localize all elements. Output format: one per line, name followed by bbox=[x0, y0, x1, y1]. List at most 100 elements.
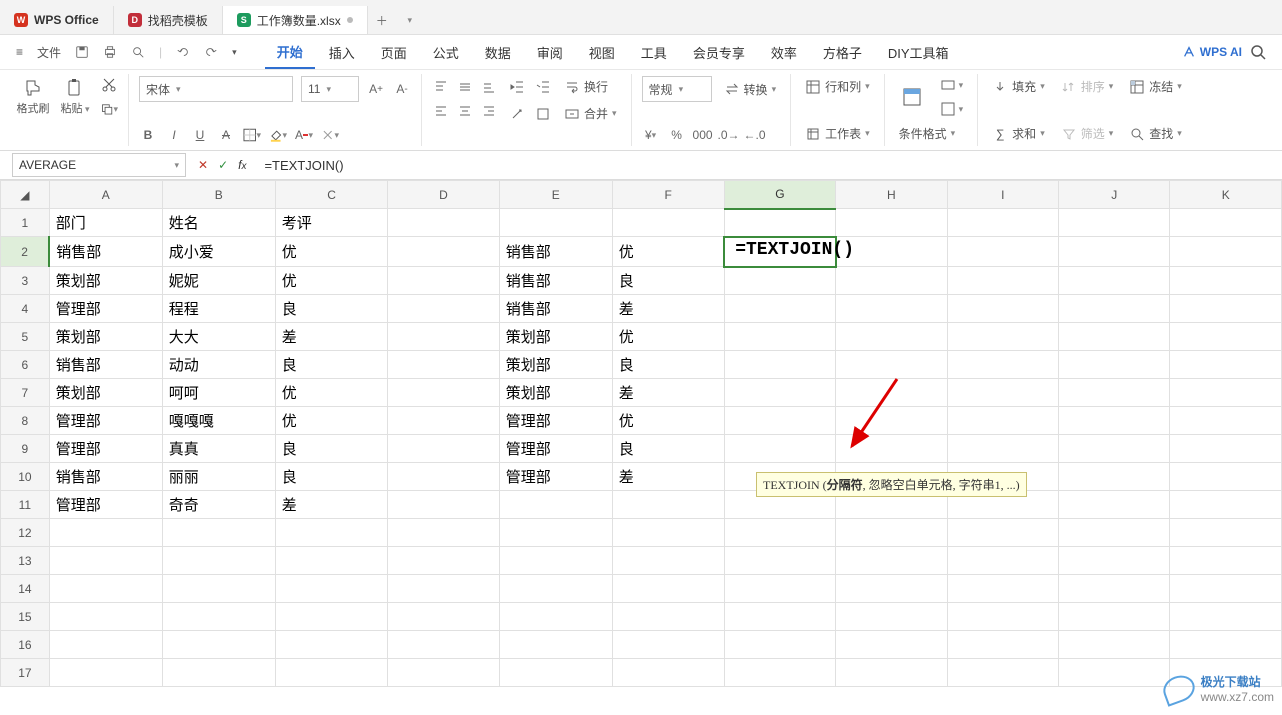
cell-J6[interactable] bbox=[1059, 351, 1170, 379]
align-top-icon[interactable] bbox=[432, 78, 450, 96]
cell-F2[interactable]: 优 bbox=[612, 237, 724, 267]
align-bottom-icon[interactable] bbox=[480, 78, 498, 96]
cell-B8[interactable]: 嘎嘎嘎 bbox=[162, 407, 275, 435]
wrap-text-button[interactable]: 换行 bbox=[560, 76, 612, 97]
save-icon[interactable] bbox=[69, 41, 95, 63]
ltr-icon[interactable] bbox=[534, 105, 552, 123]
cell-B16[interactable] bbox=[162, 631, 275, 659]
format-painter-button[interactable]: 格式刷 bbox=[16, 78, 50, 116]
cell-I12[interactable] bbox=[947, 519, 1058, 547]
cell-D9[interactable] bbox=[388, 435, 499, 463]
cell-H16[interactable] bbox=[836, 631, 947, 659]
cell-E16[interactable] bbox=[499, 631, 612, 659]
cell-C13[interactable] bbox=[275, 547, 387, 575]
increase-indent-icon[interactable] bbox=[534, 78, 552, 96]
row-header-7[interactable]: 7 bbox=[1, 379, 50, 407]
cell-K10[interactable] bbox=[1170, 463, 1282, 491]
tab-wps-office[interactable]: W WPS Office bbox=[0, 6, 114, 34]
cell-F12[interactable] bbox=[612, 519, 724, 547]
col-header-J[interactable]: J bbox=[1059, 181, 1170, 209]
strikethrough-icon[interactable]: A bbox=[217, 126, 235, 144]
currency-icon[interactable]: ¥▾ bbox=[642, 126, 660, 144]
cell-K7[interactable] bbox=[1170, 379, 1282, 407]
orientation-icon[interactable] bbox=[508, 105, 526, 123]
cell-B6[interactable]: 动动 bbox=[162, 351, 275, 379]
cell-H5[interactable] bbox=[836, 323, 947, 351]
convert-button[interactable]: 转换▾ bbox=[720, 79, 781, 100]
menutab-review[interactable]: 审阅 bbox=[525, 37, 575, 68]
row-header-16[interactable]: 16 bbox=[1, 631, 50, 659]
cell-E9[interactable]: 管理部 bbox=[499, 435, 612, 463]
row-header-13[interactable]: 13 bbox=[1, 547, 50, 575]
print-preview-icon[interactable] bbox=[125, 41, 151, 63]
tab-workbook[interactable]: S 工作簿数量.xlsx bbox=[223, 6, 368, 34]
font-color-icon[interactable]: A▾ bbox=[295, 126, 313, 144]
cell-D17[interactable] bbox=[388, 659, 499, 687]
align-right-icon[interactable] bbox=[480, 102, 498, 120]
sum-button[interactable]: ∑求和▾ bbox=[988, 123, 1049, 144]
row-header-17[interactable]: 17 bbox=[1, 659, 50, 687]
row-header-5[interactable]: 5 bbox=[1, 323, 50, 351]
print-icon[interactable] bbox=[97, 41, 123, 63]
cell-C7[interactable]: 优 bbox=[275, 379, 387, 407]
row-header-10[interactable]: 10 bbox=[1, 463, 50, 491]
qat-dropdown-icon[interactable]: ▾ bbox=[226, 43, 243, 62]
cell-C14[interactable] bbox=[275, 575, 387, 603]
cell-I9[interactable] bbox=[947, 435, 1058, 463]
cell-G1[interactable] bbox=[724, 209, 835, 237]
cell-D16[interactable] bbox=[388, 631, 499, 659]
border-icon[interactable]: ▾ bbox=[243, 126, 261, 144]
cell-E5[interactable]: 策划部 bbox=[499, 323, 612, 351]
cell-D3[interactable] bbox=[388, 267, 499, 295]
cell-H13[interactable] bbox=[836, 547, 947, 575]
cell-D7[interactable] bbox=[388, 379, 499, 407]
cell-B7[interactable]: 呵呵 bbox=[162, 379, 275, 407]
menutab-view[interactable]: 视图 bbox=[577, 37, 627, 68]
menutab-fangge[interactable]: 方格子 bbox=[811, 37, 874, 68]
cell-E15[interactable] bbox=[499, 603, 612, 631]
cell-A17[interactable] bbox=[49, 659, 162, 687]
cell-D8[interactable] bbox=[388, 407, 499, 435]
cell-C4[interactable]: 良 bbox=[275, 295, 387, 323]
cell-A13[interactable] bbox=[49, 547, 162, 575]
cell-J9[interactable] bbox=[1059, 435, 1170, 463]
conditional-format-button[interactable]: 条件格式▾ bbox=[895, 123, 960, 144]
clear-format-icon[interactable]: ▾ bbox=[321, 126, 339, 144]
worksheet-button[interactable]: 工作表▾ bbox=[801, 123, 874, 144]
cell-B9[interactable]: 真真 bbox=[162, 435, 275, 463]
cell-E8[interactable]: 管理部 bbox=[499, 407, 612, 435]
cell-F9[interactable]: 良 bbox=[612, 435, 724, 463]
tab-template[interactable]: D 找稻壳模板 bbox=[114, 6, 223, 34]
cell-K6[interactable] bbox=[1170, 351, 1282, 379]
tab-menu-button[interactable]: ▾ bbox=[396, 6, 424, 34]
cell-J15[interactable] bbox=[1059, 603, 1170, 631]
cell-I5[interactable] bbox=[947, 323, 1058, 351]
cell-E11[interactable] bbox=[499, 491, 612, 519]
cell-H14[interactable] bbox=[836, 575, 947, 603]
cell-D1[interactable] bbox=[388, 209, 499, 237]
filter-button[interactable]: 筛选▾ bbox=[1057, 123, 1118, 144]
font-family-select[interactable]: 宋体▾ bbox=[139, 76, 293, 102]
cell-J1[interactable] bbox=[1059, 209, 1170, 237]
cell-F1[interactable] bbox=[612, 209, 724, 237]
cell-K8[interactable] bbox=[1170, 407, 1282, 435]
cell-K12[interactable] bbox=[1170, 519, 1282, 547]
cell-K4[interactable] bbox=[1170, 295, 1282, 323]
cell-G16[interactable] bbox=[724, 631, 835, 659]
cell-I15[interactable] bbox=[947, 603, 1058, 631]
cell-A8[interactable]: 管理部 bbox=[49, 407, 162, 435]
cell-C11[interactable]: 差 bbox=[275, 491, 387, 519]
cell-A15[interactable] bbox=[49, 603, 162, 631]
row-header-1[interactable]: 1 bbox=[1, 209, 50, 237]
cell-F14[interactable] bbox=[612, 575, 724, 603]
accept-formula-icon[interactable]: ✓ bbox=[218, 158, 228, 172]
row-header-15[interactable]: 15 bbox=[1, 603, 50, 631]
cell-A16[interactable] bbox=[49, 631, 162, 659]
cell-D5[interactable] bbox=[388, 323, 499, 351]
col-header-G[interactable]: G bbox=[724, 181, 835, 209]
col-header-E[interactable]: E bbox=[499, 181, 612, 209]
col-header-B[interactable]: B bbox=[162, 181, 275, 209]
cell-C2[interactable]: 优 bbox=[275, 237, 387, 267]
cell-B3[interactable]: 妮妮 bbox=[162, 267, 275, 295]
name-box[interactable]: AVERAGE▾ bbox=[12, 153, 186, 177]
